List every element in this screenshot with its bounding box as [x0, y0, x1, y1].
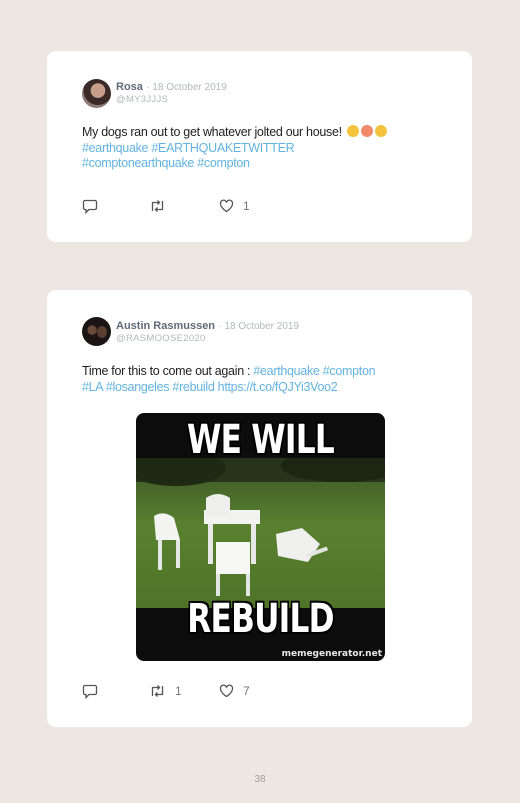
- hashtag-links[interactable]: #earthquake #EARTHQUAKETWITTER: [82, 141, 295, 155]
- retweet-icon: [151, 200, 164, 212]
- heart-icon: [219, 684, 234, 698]
- exploding-head-emoji-icon: [360, 125, 373, 137]
- hashtag-links[interactable]: #LA #losangeles #rebuild https://t.co/fQ…: [82, 380, 338, 394]
- like-count: 1: [243, 199, 250, 213]
- separator: ·: [218, 321, 222, 332]
- author-line: Austin Rasmussen · 18 October 2019: [116, 320, 299, 332]
- tweet-actions: 1: [82, 199, 282, 215]
- retweet-count: 1: [175, 684, 182, 698]
- flushed-emoji-icon: [374, 125, 387, 137]
- like-count: 7: [243, 684, 250, 698]
- tweet-image[interactable]: WE WILL REBUILD memegenerator.net: [136, 413, 385, 661]
- retweet-icon: [151, 685, 164, 697]
- author-name[interactable]: Rosa: [116, 81, 143, 93]
- hashtag-links[interactable]: #earthquake #compton: [253, 364, 375, 378]
- retweet-button[interactable]: [149, 199, 175, 213]
- astonished-emoji-icon: [346, 125, 359, 137]
- like-button[interactable]: 1: [219, 199, 250, 213]
- tweet-text: Time for this to come out again : #earth…: [82, 364, 442, 395]
- author-handle[interactable]: @MY3JJJS: [116, 94, 168, 105]
- tweet-date[interactable]: 18 October 2019: [152, 82, 227, 93]
- reply-button[interactable]: [82, 199, 107, 214]
- reply-icon: [82, 684, 98, 699]
- tweet-date[interactable]: 18 October 2019: [225, 321, 300, 332]
- tweet-actions: 1 7: [82, 684, 282, 700]
- meme-watermark: memegenerator.net: [281, 649, 382, 659]
- author-name[interactable]: Austin Rasmussen: [116, 320, 215, 332]
- author-line: Rosa · 18 October 2019: [116, 81, 227, 93]
- like-button[interactable]: 7: [219, 684, 250, 698]
- tweet-body: My dogs ran out to get whatever jolted o…: [82, 125, 342, 139]
- tweet-card: Austin Rasmussen · 18 October 2019 @RASM…: [47, 290, 472, 727]
- hashtag-links[interactable]: #comptonearthquake #compton: [82, 156, 250, 170]
- page-number: 38: [254, 774, 266, 785]
- heart-icon: [219, 199, 234, 213]
- lawn-chairs-illustration: [136, 450, 385, 596]
- reply-button[interactable]: [82, 684, 107, 699]
- avatar[interactable]: [82, 79, 111, 108]
- retweet-button[interactable]: 1: [149, 684, 182, 698]
- separator: ·: [145, 82, 150, 93]
- meme-bottom-text: REBUILD: [187, 596, 334, 642]
- reply-icon: [82, 199, 98, 214]
- author-handle[interactable]: @RASMOOSE2020: [116, 333, 206, 344]
- avatar[interactable]: [82, 317, 111, 346]
- tweet-text: My dogs ran out to get whatever jolted o…: [82, 125, 442, 172]
- tweet-body: Time for this to come out again :: [82, 364, 254, 378]
- tweet-card: Rosa · 18 October 2019 @MY3JJJS My dogs …: [47, 51, 472, 242]
- meme-top-text: WE WILL: [187, 417, 335, 463]
- meme-photo: [136, 450, 385, 608]
